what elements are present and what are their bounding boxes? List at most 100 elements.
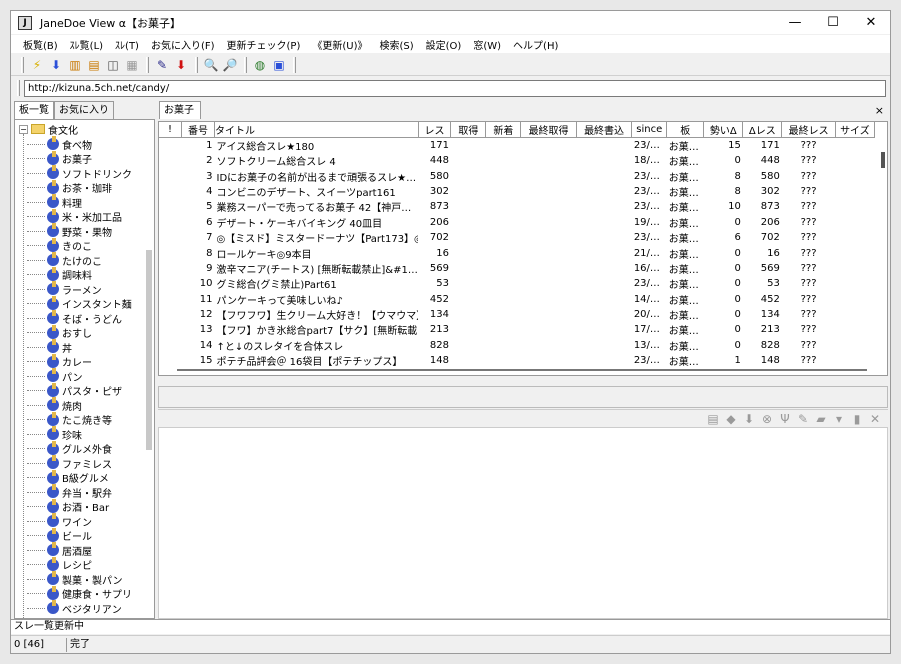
tree-category-food-culture[interactable]: − 食文化 <box>19 122 78 137</box>
toolbar-grip[interactable] <box>21 56 24 73</box>
column-header[interactable]: 最終取得 <box>520 122 577 138</box>
tree-board-item[interactable]: 焼肉 <box>27 397 82 413</box>
collapse-icon[interactable]: − <box>19 124 28 134</box>
tree-board-item[interactable]: ソフトドリンク <box>27 165 132 181</box>
tag-icon[interactable]: ◆ <box>722 411 740 427</box>
toolbar-grip[interactable] <box>146 56 149 73</box>
tree-board-item[interactable]: ビール <box>27 527 92 543</box>
column-header[interactable]: since <box>631 122 668 138</box>
tree-board-item[interactable]: ファミレス <box>27 455 112 471</box>
menu-thread-list[interactable]: ｽﾚ覧(L) <box>64 37 109 52</box>
menu-favorites[interactable]: お気に入り(F) <box>145 37 221 52</box>
close-button[interactable]: ✕ <box>852 11 890 34</box>
table-row[interactable]: 10 グミ総合(グミ禁止)Part61 53 23/… お菓… 0 53??? <box>159 276 875 291</box>
lightning-icon[interactable]: ⚡ <box>28 56 46 74</box>
tree-board-item[interactable]: きのこ <box>27 237 92 253</box>
tree-board-item[interactable]: B級グルメ <box>27 469 109 485</box>
table-row[interactable]: 1 アイス総合スレ★180 171 23/… お菓… 15 171??? <box>159 138 875 153</box>
menu-update[interactable]: 《更新(U)》 <box>306 37 373 52</box>
tab-board-okashi[interactable]: お菓子 <box>159 101 201 119</box>
maximize-button[interactable]: ☐ <box>814 11 852 34</box>
arrow-down-icon[interactable]: ⬇ <box>47 56 65 74</box>
globe-icon[interactable]: ◍ <box>251 56 269 74</box>
trash-icon[interactable]: ▮ <box>848 411 866 427</box>
tab-favorites[interactable]: お気に入り <box>54 101 114 119</box>
tree-board-item[interactable]: 健康食・サプリ <box>27 585 132 601</box>
table-row[interactable]: 6 デザート・ケーキバイキング 40皿目 206 19/… お菓… 0 206??? <box>159 215 875 230</box>
horizontal-scrollbar[interactable] <box>177 369 867 371</box>
tree-board-item[interactable]: カレー <box>27 353 92 369</box>
tree-board-item[interactable]: ワイン <box>27 513 92 529</box>
column-header[interactable]: 最終書込 <box>576 122 633 138</box>
column-header[interactable]: 勢いΔ <box>703 122 744 138</box>
tree-scrollbar[interactable] <box>146 250 152 450</box>
folder-icon[interactable]: ▰ <box>812 411 830 427</box>
tree-board-item[interactable]: レシピ <box>27 556 92 572</box>
tree-board-item[interactable]: お茶・珈琲 <box>27 179 112 195</box>
tree-board-item[interactable]: お菓子 <box>27 150 92 166</box>
column-header[interactable]: タイトル <box>214 122 419 138</box>
search-icon[interactable]: 🔍 <box>202 56 220 74</box>
table-row[interactable]: 3 IDにお菓子の名前が出るまで頑張るスレ★… 580 23/… お菓… 8 580??? <box>159 168 875 184</box>
table-row[interactable]: 4 コンビニのデザート、スイーツpart161 302 23/… お菓… 8 302??? <box>159 184 875 199</box>
table-row[interactable]: 5 業務スーパーで売ってるお菓子 42【神戸… 873 23/… お菓… 10 873??? <box>159 199 875 214</box>
table-row[interactable]: 13 【フワ】かき氷総合part7【サク】[無断転載… 213 17/… お菓… 0 213… <box>159 322 875 337</box>
tree-board-item[interactable]: ラーメン <box>27 281 102 297</box>
filter-icon[interactable]: Ψ <box>776 411 794 427</box>
table-row[interactable]: 7 ◎【ミスド】ミスタードーナツ【Part173】◎ 702 23/… お菓… 6 702?… <box>159 230 875 245</box>
column-header[interactable]: 新着 <box>485 122 522 138</box>
address-grip[interactable] <box>17 80 20 96</box>
table-row[interactable]: 14 ↑と↓のスレタイを合体スレ 828 13/… お菓… 0 828??? <box>159 338 875 353</box>
tree-board-item[interactable]: パスタ・ピザ <box>27 382 122 398</box>
pencil-icon[interactable]: ✎ <box>794 411 812 427</box>
search-thread-icon[interactable]: 🔎 <box>221 56 239 74</box>
chevron-down-icon[interactable]: ▾ <box>830 411 848 427</box>
column-header[interactable]: 板 <box>666 122 705 138</box>
tree-board-item[interactable]: 食べ物 <box>27 136 92 152</box>
menu-settings[interactable]: 設定(O) <box>420 37 468 52</box>
close-tab-icon[interactable]: × <box>875 104 884 117</box>
toolbar-grip[interactable] <box>195 56 198 73</box>
table-row[interactable]: 11 パンケーキって美味しいね♪ 452 14/… お菓… 0 452??? <box>159 292 875 307</box>
menu-update-check[interactable]: 更新チェック(P) <box>221 37 307 52</box>
column-header[interactable]: レス <box>418 122 452 138</box>
tree-board-item[interactable]: おすし <box>27 324 92 340</box>
tree-board-item[interactable]: 米・米加工品 <box>27 208 122 224</box>
column-header[interactable]: サイズ <box>835 122 876 138</box>
column-layout-icon[interactable]: ▥ <box>66 56 84 74</box>
column-header[interactable]: 取得 <box>450 122 487 138</box>
tree-board-item[interactable]: 弁当・駅弁 <box>27 484 112 500</box>
grid-layout-icon[interactable]: ▦ <box>123 56 141 74</box>
table-row[interactable]: 12【フワフワ】生クリーム大好き！【ウマウマ】8パッ… 134 20/… お菓… 0 13… <box>159 307 875 322</box>
table-row[interactable]: 8 ロールケーキ◎9本目 16 21/… お菓… 0 16??? <box>159 245 875 261</box>
tree-board-item[interactable]: ベジタリアン <box>27 600 122 616</box>
menu-board-list[interactable]: 板覧(B) <box>17 37 64 52</box>
table-row[interactable]: 2 ソフトクリーム総合スレ 4 448 18/… お菓… 0 448??? <box>159 153 875 168</box>
menu-help[interactable]: ヘルプ(H) <box>507 37 564 52</box>
arrow-down-red-icon[interactable]: ⬇ <box>172 56 190 74</box>
tree-board-item[interactable]: たけのこ <box>27 252 102 268</box>
minimize-button[interactable]: — <box>776 11 814 34</box>
arrow-down-icon[interactable]: ⬇ <box>740 411 758 427</box>
document-icon[interactable]: ▤ <box>704 411 722 427</box>
toolbar-grip[interactable] <box>293 56 296 73</box>
toolbar-grip[interactable] <box>244 56 247 73</box>
table-row[interactable]: 15 ポテチ品評会＠ 16袋目【ポテチップス】 148 23/… お菓… 1 148??? <box>159 353 875 368</box>
tree-board-item[interactable]: 居酒屋 <box>27 542 92 558</box>
column-header[interactable]: Δレス <box>742 122 783 138</box>
tab-board-list[interactable]: 板一覧 <box>14 101 54 119</box>
tree-board-item[interactable]: グルメ外食 <box>27 440 112 456</box>
row-layout-icon[interactable]: ▤ <box>85 56 103 74</box>
menu-window[interactable]: 窓(W) <box>467 37 507 52</box>
stop-icon[interactable]: ⊗ <box>758 411 776 427</box>
tree-board-item[interactable]: パン <box>27 368 83 384</box>
tree-board-item[interactable]: 料理 <box>27 194 82 210</box>
tree-board-item[interactable]: 調味料 <box>27 266 92 282</box>
split-layout-icon[interactable]: ◫ <box>104 56 122 74</box>
tree-board-item[interactable]: 野菜・果物 <box>27 223 112 239</box>
column-header[interactable]: 最終レス <box>781 122 836 138</box>
tree-board-item[interactable]: 珍味 <box>27 426 82 442</box>
menu-search[interactable]: 検索(S) <box>374 37 420 52</box>
table-row[interactable]: 9 激辛マニア(チートス) [無断転載禁止]&#1… 569 16/… お菓… 0 569?… <box>159 261 875 276</box>
book-icon[interactable]: ▣ <box>270 56 288 74</box>
